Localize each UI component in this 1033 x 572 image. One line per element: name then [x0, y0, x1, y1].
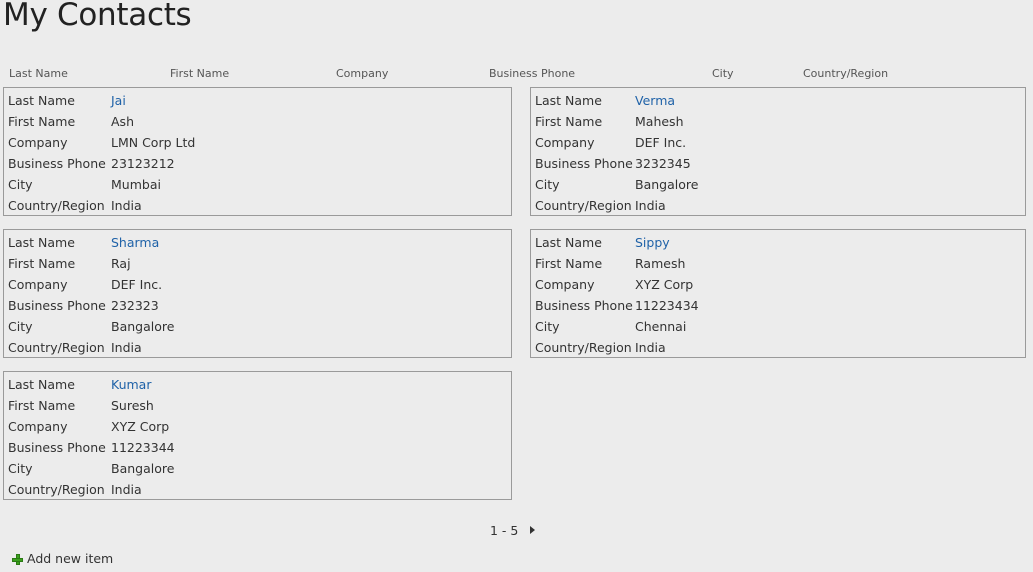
column-header-row: Last Name First Name Company Business Ph… [0, 67, 1033, 83]
field-label-last-name: Last Name [535, 93, 602, 108]
column-header-company[interactable]: Company [336, 67, 388, 80]
contact-city: Bangalore [635, 177, 699, 192]
contact-card: Last Name Kumar First Name Suresh Compan… [3, 371, 512, 500]
column-header-last-name[interactable]: Last Name [9, 67, 68, 80]
contact-card: Last Name Verma First Name Mahesh Compan… [530, 87, 1026, 216]
contact-last-name-link[interactable]: Kumar [111, 377, 151, 393]
field-label-last-name: Last Name [8, 235, 75, 250]
contact-business-phone: 232323 [111, 298, 159, 313]
triangle-right-icon[interactable] [530, 526, 535, 534]
contact-country: India [111, 340, 142, 355]
field-label-last-name: Last Name [8, 93, 75, 108]
contact-card: Last Name Sharma First Name Raj Company … [3, 229, 512, 358]
contact-last-name-link[interactable]: Sharma [111, 235, 159, 251]
contact-last-name-link[interactable]: Jai [111, 93, 126, 109]
contact-country: India [111, 198, 142, 213]
field-label-city: City [8, 461, 33, 476]
column-header-first-name[interactable]: First Name [170, 67, 229, 80]
field-label-city: City [535, 319, 560, 334]
field-label-company: Company [8, 135, 68, 150]
contact-card: Last Name Jai First Name Ash Company LMN… [3, 87, 512, 216]
contact-last-name-link[interactable]: Verma [635, 93, 675, 109]
field-label-business-phone: Business Phone [8, 440, 106, 455]
contact-last-name-link[interactable]: Sippy [635, 235, 670, 251]
contact-business-phone: 11223434 [635, 298, 699, 313]
contact-business-phone: 23123212 [111, 156, 175, 171]
column-header-business-phone[interactable]: Business Phone [489, 67, 575, 80]
contact-first-name: Ramesh [635, 256, 686, 271]
field-label-country-region: Country/Region [535, 340, 632, 355]
contact-city: Chennai [635, 319, 687, 334]
field-label-business-phone: Business Phone [8, 156, 106, 171]
contact-company: DEF Inc. [111, 277, 163, 292]
contact-company: XYZ Corp [111, 419, 170, 434]
add-new-item-label[interactable]: Add new item [27, 551, 113, 566]
column-header-city[interactable]: City [712, 67, 734, 80]
contact-country: India [635, 198, 666, 213]
pager-range: 1 - 5 [490, 523, 519, 538]
field-label-business-phone: Business Phone [535, 298, 633, 313]
field-label-company: Company [8, 419, 68, 434]
contact-company: DEF Inc. [635, 135, 687, 150]
field-label-country-region: Country/Region [8, 340, 105, 355]
contact-city: Bangalore [111, 461, 175, 476]
field-label-business-phone: Business Phone [535, 156, 633, 171]
field-label-last-name: Last Name [535, 235, 602, 250]
field-label-country-region: Country/Region [535, 198, 632, 213]
field-label-first-name: First Name [535, 256, 603, 271]
contact-business-phone: 11223344 [111, 440, 175, 455]
contact-country: India [111, 482, 142, 497]
field-label-city: City [8, 177, 33, 192]
field-label-first-name: First Name [8, 114, 76, 129]
field-label-first-name: First Name [8, 398, 76, 413]
contact-company: XYZ Corp [635, 277, 694, 292]
contact-business-phone: 3232345 [635, 156, 691, 171]
field-label-company: Company [8, 277, 68, 292]
field-label-country-region: Country/Region [8, 482, 105, 497]
field-label-city: City [8, 319, 33, 334]
field-label-first-name: First Name [8, 256, 76, 271]
plus-icon [12, 554, 23, 565]
contact-first-name: Mahesh [635, 114, 684, 129]
field-label-business-phone: Business Phone [8, 298, 106, 313]
field-label-country-region: Country/Region [8, 198, 105, 213]
contact-first-name: Raj [111, 256, 131, 271]
contact-city: Bangalore [111, 319, 175, 334]
contact-country: India [635, 340, 666, 355]
field-label-first-name: First Name [535, 114, 603, 129]
field-label-company: Company [535, 135, 595, 150]
column-header-country-region[interactable]: Country/Region [803, 67, 888, 80]
contact-first-name: Suresh [111, 398, 154, 413]
contact-first-name: Ash [111, 114, 134, 129]
field-label-last-name: Last Name [8, 377, 75, 392]
field-label-city: City [535, 177, 560, 192]
page-title: My Contacts [3, 0, 192, 33]
contact-city: Mumbai [111, 177, 161, 192]
contact-company: LMN Corp Ltd [111, 135, 196, 150]
field-label-company: Company [535, 277, 595, 292]
contact-card: Last Name Sippy First Name Ramesh Compan… [530, 229, 1026, 358]
